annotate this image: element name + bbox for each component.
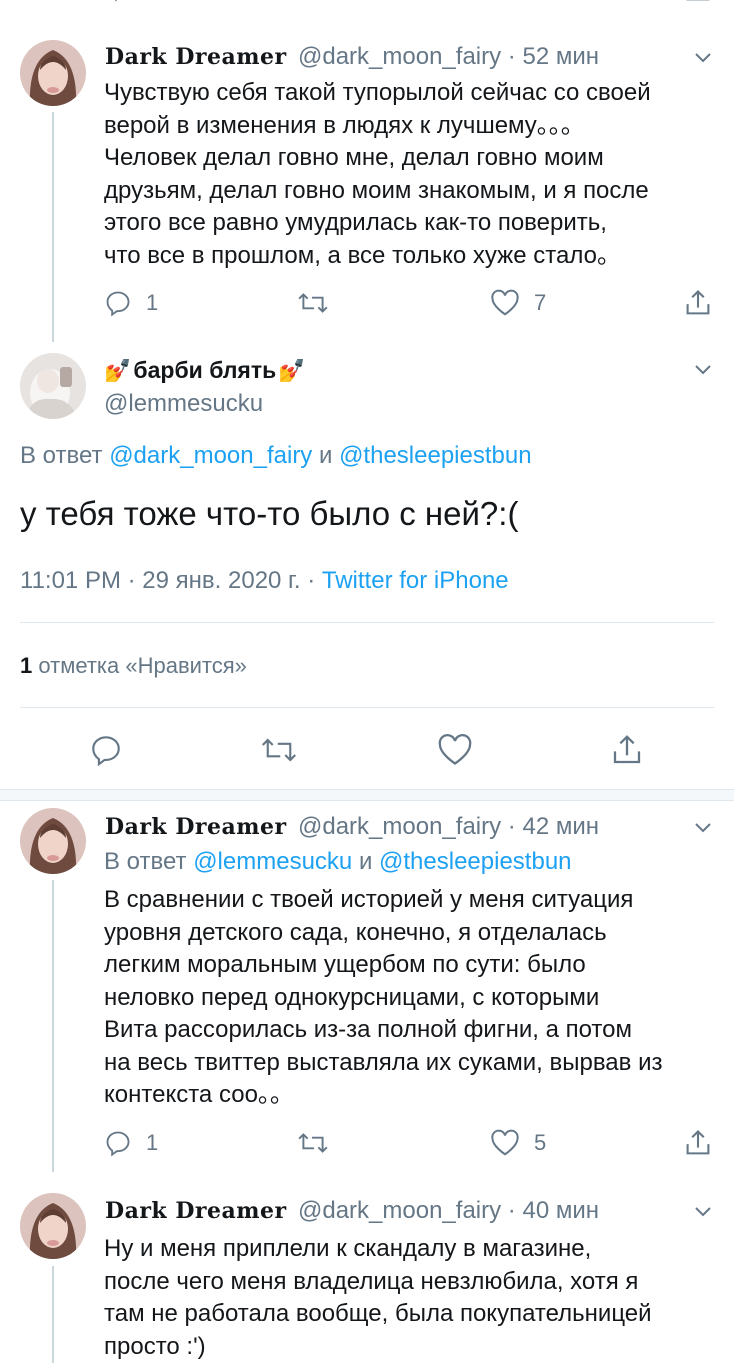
likes-summary[interactable]: 1 отметка «Нравится»: [20, 653, 247, 679]
display-name[interactable]: 💅 барби блять 💅: [104, 357, 306, 384]
reply-mention-1[interactable]: @dark_moon_fairy: [109, 442, 312, 469]
avatar[interactable]: [20, 1193, 86, 1259]
share-icon[interactable]: [684, 0, 712, 9]
handle[interactable]: @dark_moon_fairy: [298, 813, 501, 840]
retweet-icon: [297, 1130, 329, 1156]
reply-icon[interactable]: [108, 0, 136, 7]
reply-context: В ответ @lemmesucku и @thesleepiestbun: [104, 848, 572, 876]
reply-mention-1[interactable]: @lemmesucku: [193, 848, 352, 875]
like-button[interactable]: 7: [490, 283, 546, 323]
section-separator: [0, 789, 734, 801]
timestamp[interactable]: 52 мин: [522, 43, 599, 70]
retweet-icon[interactable]: [300, 0, 330, 9]
like-button[interactable]: 5: [490, 1123, 546, 1163]
share-icon: [684, 288, 712, 318]
like-icon: [490, 289, 520, 317]
time[interactable]: 11:01 PM: [20, 567, 121, 594]
display-name-text: барби блять: [133, 357, 277, 383]
like-count: 7: [534, 290, 547, 315]
retweet-button[interactable]: [297, 283, 329, 323]
avatar[interactable]: [20, 353, 86, 419]
separator-dot: ·: [507, 43, 523, 70]
display-name[interactable]: Dark Dreamer: [105, 44, 287, 70]
display-name[interactable]: Dark Dreamer: [105, 814, 287, 840]
nail-polish-emoji: 💅: [104, 357, 132, 383]
reply-count: 1: [146, 1130, 159, 1155]
thread-line: [52, 1266, 54, 1363]
like-icon: [437, 733, 473, 767]
tweet-header-meta: @dark_moon_fairy · 52 мин: [298, 43, 599, 71]
chevron-down-icon[interactable]: [692, 46, 714, 68]
date[interactable]: 29 янв. 2020 г.: [142, 567, 300, 594]
tweet-text: В сравнении с твоей историей у меня ситу…: [104, 886, 663, 1108]
chevron-down-icon[interactable]: [692, 816, 714, 838]
display-name[interactable]: Dark Dreamer: [105, 1198, 287, 1224]
reply-and: и: [318, 442, 333, 469]
timestamp[interactable]: 42 мин: [522, 813, 599, 840]
tweet-text: Чувствую себя такой тупорылой сейчас со …: [104, 79, 651, 269]
share-button[interactable]: [684, 1123, 712, 1163]
divider: [20, 622, 714, 623]
separator-dot: ·: [307, 567, 322, 594]
share-button[interactable]: [611, 730, 643, 770]
tweet-source[interactable]: Twitter for iPhone: [322, 567, 509, 594]
likes-label: отметка «Нравится»: [38, 653, 247, 678]
chevron-down-icon[interactable]: [692, 358, 714, 380]
tweet-actions: 1 5: [104, 1123, 724, 1163]
divider: [20, 707, 714, 708]
reply-count: 1: [146, 290, 159, 315]
like-icon: [490, 1129, 520, 1157]
retweet-icon: [297, 290, 329, 316]
separator-dot: ·: [507, 1197, 523, 1224]
separator-dot: ·: [507, 813, 523, 840]
retweet-button[interactable]: [297, 1123, 329, 1163]
timestamp[interactable]: 40 мин: [522, 1197, 599, 1224]
tweet-timestamp-line: 11:01 PM · 29 янв. 2020 г. · Twitter for…: [20, 567, 509, 595]
share-button[interactable]: [684, 283, 712, 323]
tweet-header-meta: @dark_moon_fairy · 40 мин: [298, 1197, 599, 1225]
reply-icon: [89, 733, 123, 767]
avatar[interactable]: [20, 40, 86, 106]
share-icon: [684, 1128, 712, 1158]
tweet-actions: 1 7: [104, 283, 724, 323]
reply-and: и: [358, 848, 373, 875]
handle[interactable]: @dark_moon_fairy: [298, 1197, 501, 1224]
separator-dot: ·: [127, 567, 143, 594]
thread-line: [52, 112, 54, 342]
retweet-icon: [260, 735, 298, 765]
reply-button[interactable]: 1: [104, 1123, 158, 1163]
avatar[interactable]: [20, 808, 86, 874]
tweet-text: Ну и меня приплели к скандалу в магазине…: [104, 1235, 652, 1360]
handle[interactable]: @dark_moon_fairy: [298, 43, 501, 70]
share-icon: [611, 732, 643, 768]
like-count: 5: [534, 1130, 547, 1155]
reply-button[interactable]: 1: [104, 283, 158, 323]
tweet-text: у тебя тоже что-то было с ней?:(: [20, 495, 519, 532]
reply-mention-2[interactable]: @thesleepiestbun: [339, 442, 532, 469]
reply-mention-2[interactable]: @thesleepiestbun: [379, 848, 572, 875]
reply-button[interactable]: [89, 730, 123, 770]
previous-tweet-actions-partial: [0, 0, 734, 14]
like-button[interactable]: [437, 730, 473, 770]
focused-tweet-actions: [0, 730, 734, 770]
nail-polish-emoji: 💅: [278, 357, 306, 383]
handle[interactable]: @lemmesucku: [104, 390, 263, 418]
reply-prefix: В ответ: [104, 848, 187, 875]
reply-icon: [104, 1129, 132, 1157]
reply-prefix: В ответ: [20, 442, 103, 469]
likes-count: 1: [20, 653, 33, 678]
retweet-button[interactable]: [260, 730, 298, 770]
chevron-down-icon[interactable]: [692, 1200, 714, 1222]
reply-context: В ответ @dark_moon_fairy и @thesleepiest…: [20, 442, 532, 470]
tweet-header-meta: @dark_moon_fairy · 42 мин: [298, 813, 599, 841]
reply-icon: [104, 289, 132, 317]
thread-line: [52, 880, 54, 1172]
